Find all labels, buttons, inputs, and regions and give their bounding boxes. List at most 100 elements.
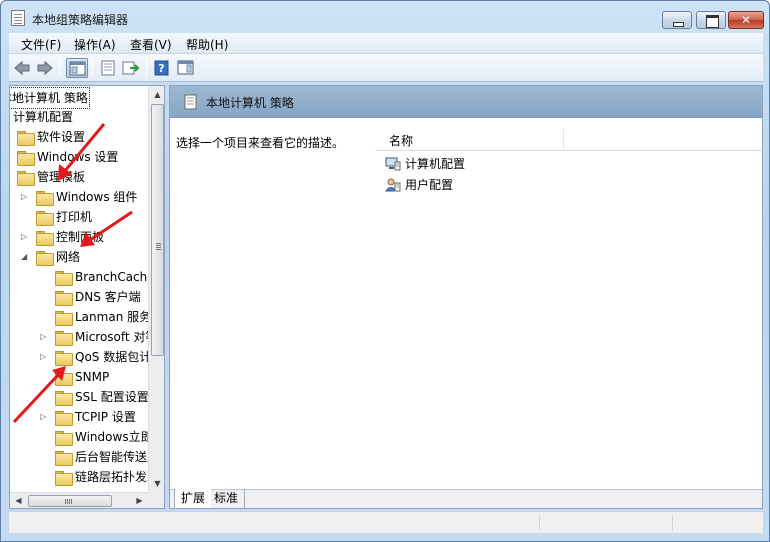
tree-root[interactable]: 本地计算机 策略 [10, 87, 148, 109]
tree-item-label: 打印机 [56, 210, 93, 224]
menu-file[interactable]: 文件(F) [21, 36, 61, 53]
scroll-left-arrow-icon[interactable]: ◀ [10, 493, 27, 508]
maximize-button[interactable] [696, 11, 726, 29]
tree-item[interactable]: 后台智能传送服务 [10, 447, 164, 467]
folder-icon [55, 371, 73, 386]
properties-button[interactable] [97, 58, 119, 78]
tree-item[interactable]: SSL 配置设置 [10, 387, 149, 407]
svg-text:?: ? [158, 62, 164, 75]
tree-item-label: TCPIP 设置 [75, 410, 136, 424]
title-bar[interactable]: 本地组策略编辑器 [1, 1, 769, 33]
scroll-down-arrow-icon[interactable]: ▼ [149, 475, 164, 492]
tab-standard[interactable]: 标准 [208, 489, 246, 508]
folder-icon [55, 431, 73, 446]
tree-item[interactable]: Lanman 服务器 [10, 307, 163, 327]
tree-item[interactable]: 打印机 [10, 207, 148, 227]
tree-item[interactable]: 管理模板 [10, 167, 148, 187]
folder-icon [36, 211, 54, 226]
grip-icon [156, 243, 161, 244]
tree-item[interactable]: ▷ Windows 组件 [10, 187, 148, 207]
scroll-right-arrow-icon[interactable]: ▶ [131, 493, 148, 508]
scroll-up-arrow-icon[interactable]: ▲ [149, 86, 164, 103]
policy-document-icon [11, 10, 25, 26]
minimize-button[interactable] [662, 11, 692, 29]
tree-item[interactable]: Windows 设置 [10, 147, 148, 167]
tree-horizontal-scrollbar[interactable]: ◀ ▶ [10, 492, 148, 508]
tree-root-label: 本地计算机 策略 [10, 87, 90, 109]
details-header: 本地计算机 策略 [170, 86, 762, 118]
menu-view[interactable]: 查看(V) [130, 36, 172, 53]
tree-item-label: Windows 设置 [37, 150, 119, 164]
vertical-scroll-thumb[interactable] [151, 104, 164, 356]
tree-item-label: SSL 配置设置 [75, 390, 149, 404]
show-hide-action-pane-icon [177, 60, 194, 75]
tree-item[interactable]: 计算机配置 [10, 107, 148, 127]
tree-item[interactable]: ▷ TCPIP 设置 [10, 407, 148, 427]
column-separator[interactable] [563, 129, 564, 151]
description-area: 选择一个项目来查看它的描述。 [170, 118, 376, 489]
tree-pane[interactable]: 本地计算机 策略 计算机配置软件设置Windows 设置管理模板▷Windows… [9, 85, 165, 509]
tree-vertical-scrollbar[interactable]: ▲ ▼ [148, 86, 164, 492]
tree-item-label: DNS 客户端 [75, 290, 141, 304]
tree-item-label: 管理模板 [37, 170, 86, 184]
help-icon: ? [154, 60, 169, 76]
status-bar [9, 511, 763, 533]
folder-icon [55, 471, 73, 486]
folder-icon [36, 251, 54, 266]
folder-icon [17, 171, 35, 186]
export-list-button[interactable] [120, 58, 142, 78]
tree-item[interactable]: ◢ 网络 [10, 247, 148, 267]
tree-item-label: SNMP [75, 370, 110, 384]
details-pane: 本地计算机 策略 选择一个项目来查看它的描述。 名称 计算机配置 用户配置 扩展… [169, 85, 763, 509]
folder-icon [55, 311, 73, 326]
status-separator [672, 515, 673, 531]
tree-item[interactable]: 软件设置 [10, 127, 148, 147]
list-item-label: 计算机配置 [405, 157, 466, 171]
back-icon [14, 60, 30, 76]
computer-config-icon [385, 157, 401, 171]
expand-triangle-icon[interactable]: ▷ [21, 227, 30, 247]
menu-action[interactable]: 操作(A) [74, 36, 116, 53]
folder-icon [55, 331, 73, 346]
tree-item-label: 计算机配置 [13, 110, 74, 124]
tree-item[interactable]: ▷QoS 数据包计划程序 [10, 347, 164, 367]
properties-icon [101, 60, 115, 76]
column-header-name[interactable]: 名称 [389, 132, 413, 149]
folder-icon [55, 291, 73, 306]
scroll-corner [148, 492, 164, 508]
expand-triangle-icon[interactable]: ▷ [40, 327, 49, 347]
back-button[interactable] [11, 58, 33, 78]
collapse-triangle-icon[interactable]: ◢ [21, 247, 30, 267]
expand-triangle-icon[interactable]: ▷ [40, 347, 49, 367]
tree-item[interactable]: ▷ 控制面板 [10, 227, 148, 247]
tree-item[interactable]: Windows立即连接 [10, 427, 164, 447]
list-header: 名称 [375, 129, 762, 151]
tree-item-label: BranchCache [75, 270, 155, 284]
tab-extended[interactable]: 扩展 [174, 489, 212, 508]
tree-item-label: 网络 [56, 250, 81, 264]
policy-document-icon [184, 94, 197, 110]
horizontal-scroll-thumb[interactable] [28, 495, 112, 507]
folder-icon [17, 151, 35, 166]
folder-icon [55, 351, 73, 366]
forward-button[interactable] [34, 58, 56, 78]
menu-help[interactable]: 帮助(H) [186, 36, 228, 53]
folder-icon [55, 271, 73, 286]
forward-icon [37, 60, 53, 76]
tree-item[interactable]: ▷Microsoft 对等网络服务 [10, 327, 164, 347]
close-button[interactable] [728, 11, 764, 29]
tree-item-label: 控制面板 [56, 230, 105, 244]
action-pane-button[interactable] [175, 58, 197, 78]
expand-triangle-icon[interactable]: ▷ [40, 407, 49, 427]
toolbar: ? [9, 54, 763, 82]
tree-item[interactable]: BranchCache [10, 267, 155, 287]
tree-item[interactable]: DNS 客户端 [10, 287, 148, 307]
tree-item[interactable]: 链路层拓扑发现 [10, 467, 159, 487]
toolbar-separator [146, 59, 147, 77]
expand-triangle-icon[interactable]: ▷ [21, 187, 30, 207]
list-item-label: 用户配置 [405, 178, 454, 192]
tree-item[interactable]: SNMP [10, 367, 148, 387]
details-header-title: 本地计算机 策略 [206, 96, 294, 110]
help-button[interactable]: ? [151, 58, 173, 78]
show-tree-button[interactable] [66, 58, 88, 78]
